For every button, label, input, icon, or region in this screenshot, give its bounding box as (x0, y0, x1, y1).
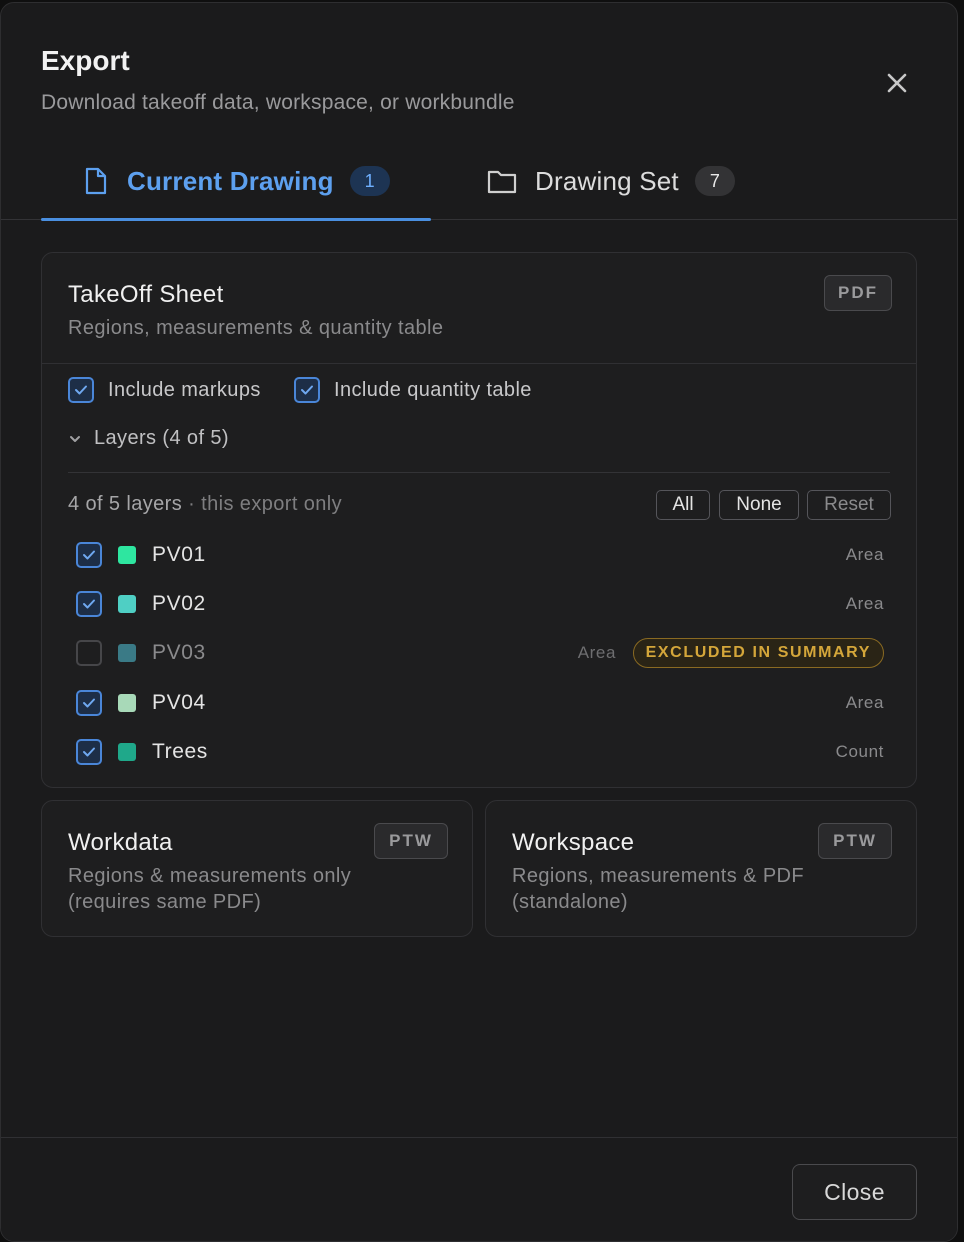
include-quantity-table-label: Include quantity table (334, 378, 532, 401)
export-dialog: Export Download takeoff data, workspace,… (0, 2, 958, 1242)
tab-drawing-set[interactable]: Drawing Set 7 (487, 143, 735, 219)
layer-type: Area (577, 643, 616, 662)
layer-color-swatch (118, 595, 136, 613)
tab-current-drawing-label: Current Drawing (127, 165, 334, 196)
layers-count: 4 of 5 layers (68, 493, 183, 515)
layer-row-pv01[interactable]: PV01 Area (76, 535, 884, 575)
tab-current-drawing[interactable]: Current Drawing 1 (41, 143, 431, 221)
takeoff-sheet-desc: Regions, measurements & quantity table (68, 317, 444, 339)
checkmark-icon (83, 698, 95, 708)
workdata-card[interactable]: Workdata PTW Regions & measurements only… (41, 800, 473, 937)
layer-checkbox[interactable] (76, 591, 102, 617)
layer-row-pv03[interactable]: PV03 Area EXCLUDED IN SUMMARY (76, 633, 884, 673)
checkmark-icon (83, 599, 95, 609)
dialog-title: Export (41, 45, 130, 76)
layers-toggle[interactable]: Layers (4 of 5) (68, 427, 229, 450)
layer-color-swatch (118, 644, 136, 662)
include-markups-label: Include markups (108, 378, 261, 401)
layer-checkbox[interactable] (76, 739, 102, 765)
chevron-down-icon (70, 435, 80, 442)
workdata-desc-line2: (requires same PDF) (68, 891, 262, 913)
folder-icon (487, 168, 517, 194)
layer-color-swatch (118, 546, 136, 564)
layer-color-swatch (118, 743, 136, 761)
layer-name: PV03 (152, 641, 206, 664)
workspace-desc-line2: (standalone) (512, 891, 628, 913)
ptw-badge: PTW (818, 823, 892, 859)
layer-name: Trees (152, 740, 208, 763)
layer-name: PV02 (152, 592, 206, 615)
layer-row-pv04[interactable]: PV04 Area (76, 683, 884, 723)
layer-name: PV04 (152, 691, 206, 714)
takeoff-sheet-title: TakeOff Sheet (68, 281, 224, 308)
include-markups-checkbox[interactable] (68, 377, 94, 403)
tab-bar: Current Drawing 1 Drawing Set 7 (1, 143, 957, 221)
layer-type: Count (835, 742, 884, 761)
layers-toggle-label: Layers (4 of 5) (94, 427, 229, 449)
layer-row-pv02[interactable]: PV02 Area (76, 584, 884, 624)
layer-checkbox[interactable] (76, 542, 102, 568)
takeoff-sheet-card: TakeOff Sheet Regions, measurements & qu… (41, 252, 917, 788)
workdata-desc-line1: Regions & measurements only (68, 865, 352, 887)
layer-type: Area (845, 594, 884, 613)
tab-drawing-set-label: Drawing Set (535, 165, 679, 196)
close-button[interactable]: Close (792, 1164, 917, 1220)
select-none-button[interactable]: None (719, 490, 799, 520)
dialog-subtitle: Download takeoff data, workspace, or wor… (41, 91, 515, 114)
tab-current-drawing-count: 1 (349, 166, 390, 196)
layers-scope-note: · this export only (182, 493, 343, 515)
layer-type: Area (845, 545, 884, 564)
workspace-desc-line1: Regions, measurements & PDF (512, 865, 805, 887)
reset-layers-button[interactable]: Reset (807, 490, 891, 520)
excluded-in-summary-badge: EXCLUDED IN SUMMARY (632, 638, 884, 668)
checkmark-icon (301, 385, 313, 395)
layer-type: Area (845, 693, 884, 712)
include-markups-option[interactable]: Include markups (68, 377, 261, 403)
workspace-card[interactable]: Workspace PTW Regions, measurements & PD… (485, 800, 917, 937)
takeoff-sheet-header[interactable]: TakeOff Sheet Regions, measurements & qu… (42, 253, 916, 364)
document-icon (83, 167, 109, 195)
layer-checkbox[interactable] (76, 640, 102, 666)
layer-name: PV01 (152, 543, 206, 566)
select-all-button[interactable]: All (656, 490, 710, 520)
include-quantity-table-checkbox[interactable] (294, 377, 320, 403)
checkmark-icon (75, 385, 87, 395)
dialog-footer: Close (1, 1137, 957, 1241)
layer-row-trees[interactable]: Trees Count (76, 732, 884, 772)
layer-color-swatch (118, 694, 136, 712)
layers-summary: 4 of 5 layers · this export only (68, 493, 342, 516)
checkmark-icon (83, 550, 95, 560)
pdf-badge: PDF (824, 275, 892, 311)
tab-drawing-set-count: 7 (694, 166, 735, 196)
checkmark-icon (83, 747, 95, 757)
layer-checkbox[interactable] (76, 690, 102, 716)
close-icon (887, 73, 907, 93)
workspace-title: Workspace (512, 829, 635, 856)
layers-divider (68, 472, 890, 473)
ptw-badge: PTW (374, 823, 448, 859)
close-icon-button[interactable] (879, 65, 915, 101)
include-quantity-table-option[interactable]: Include quantity table (294, 377, 532, 403)
workdata-title: Workdata (68, 829, 173, 856)
